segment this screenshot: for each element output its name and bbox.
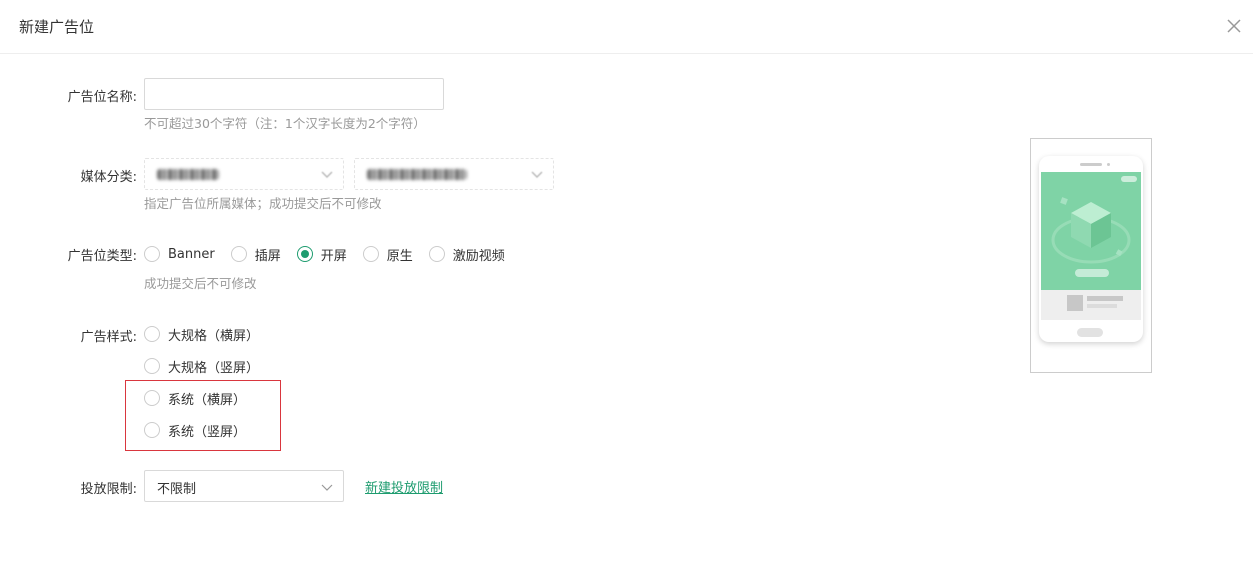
splash-button [1075,269,1109,277]
blurred-value [157,169,219,180]
style-option-system-landscape[interactable]: 系统（横屏） [144,388,246,408]
radio-icon[interactable] [230,246,247,262]
name-label: 广告位名称: [67,90,137,105]
type-option-banner[interactable]: Banner [144,246,215,262]
thumbnail [1067,295,1083,311]
radio-icon[interactable] [144,422,160,438]
radio-icon[interactable] [362,246,379,262]
radio-icon[interactable] [428,246,445,262]
dialog-title: 新建广告位 [19,18,95,36]
text-line [1087,304,1117,308]
type-option-rewarded-video[interactable]: 激励视频 [428,245,505,264]
style-label: 广告样式: [80,330,137,345]
media-app-select[interactable] [144,158,344,190]
dialog-header: 新建广告位 [0,0,1253,54]
limit-label: 投放限制: [80,482,137,497]
media-label: 媒体分类: [80,170,137,185]
chevron-down-icon [321,171,333,178]
style-option-large-portrait[interactable]: 大规格（竖屏） [144,356,259,376]
name-input[interactable] [144,78,444,110]
media-hint: 指定广告位所属媒体；成功提交后不可修改 [144,196,382,211]
limit-selected-value: 不限制 [157,482,197,497]
phone-camera [1107,163,1110,166]
phone-mockup [1039,156,1143,342]
ad-preview [1030,138,1152,373]
phone-speaker [1080,163,1102,166]
radio-icon[interactable] [144,246,160,262]
style-option-system-portrait[interactable]: 系统（竖屏） [144,420,246,440]
blurred-value [367,169,467,180]
app-content-area [1041,290,1141,320]
media-platform-select[interactable] [354,158,554,190]
name-hint: 不可超过30个字符（注：1个汉字长度为2个字符） [144,116,426,131]
type-option-native[interactable]: 原生 [362,245,413,264]
radio-checked-icon[interactable] [296,246,313,262]
text-line [1087,296,1123,301]
limit-select[interactable]: 不限制 [144,470,344,502]
home-button [1077,328,1103,337]
splash-screen [1041,172,1141,290]
type-option-interstitial[interactable]: 插屏 [230,245,281,264]
radio-icon[interactable] [144,358,160,374]
radio-icon[interactable] [144,326,160,342]
radio-icon[interactable] [144,390,160,406]
type-label: 广告位类型: [67,249,137,264]
style-option-large-landscape[interactable]: 大规格（横屏） [144,324,259,344]
close-icon[interactable] [1225,17,1243,35]
chevron-down-icon [321,484,333,491]
type-radio-group: Banner 插屏 开屏 原生 激励视频 [144,244,521,264]
chevron-down-icon [531,171,543,178]
new-limit-link[interactable]: 新建投放限制 [365,477,443,496]
type-option-splash[interactable]: 开屏 [296,245,347,264]
type-hint: 成功提交后不可修改 [144,276,257,291]
